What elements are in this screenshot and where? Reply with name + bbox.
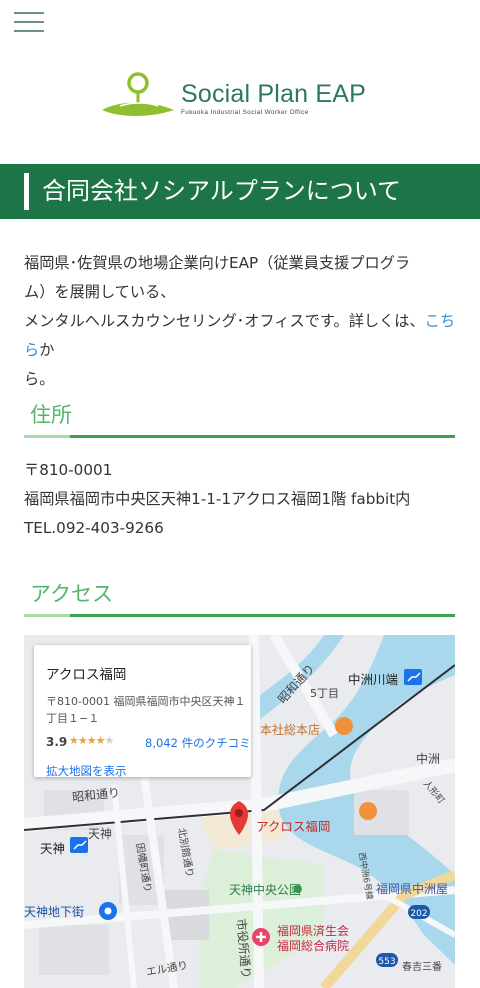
phone-number: TEL.092-403-9266 — [24, 519, 164, 537]
map-label: 天神地下街 — [24, 905, 85, 919]
map-label: 中洲川端 — [348, 672, 399, 687]
logo-subtitle: Fukuoka Industrial Social Worker Office — [181, 109, 309, 116]
place-name: アクロス福岡 — [46, 667, 127, 683]
intro-paragraph: 福岡県･佐賀県の地場企業向けEAP（従業員支援プログラ ム）を展開している、 メ… — [24, 249, 460, 394]
heading-underline-accent — [24, 614, 70, 617]
intro-line: メンタルヘルスカウンセリング･オフィスです。詳しくは、こちらか — [24, 307, 460, 365]
google-map-embed[interactable]: 202 553 昭和通り 中洲川端 5丁目 本社総本店 中洲 人形町 昭和通り … — [24, 635, 455, 988]
hamburger-menu-icon[interactable] — [14, 12, 44, 34]
address-heading: 住所 — [24, 400, 455, 438]
intro-line: ム）を展開している、 — [24, 283, 176, 301]
logo-title: Social Plan EAP — [181, 80, 367, 108]
site-logo[interactable]: Social Plan EAP Fukuoka Industrial Socia… — [100, 72, 370, 122]
intro-line: 福岡県･佐賀県の地場企業向けEAP（従業員支援プログラ — [24, 254, 411, 272]
heading-underline — [70, 435, 455, 438]
map-label: 福岡県中洲屋 — [376, 882, 449, 896]
route-202-label: 202 — [410, 909, 427, 919]
reviews-link[interactable]: 8,042 件のクチコミ — [145, 735, 251, 751]
map-label: 中洲 — [416, 752, 441, 766]
restaurant-icon — [335, 717, 353, 735]
access-heading: アクセス — [24, 579, 455, 617]
address-heading-text: 住所 — [30, 403, 72, 427]
heading-underline — [70, 614, 455, 617]
map-label: 福岡総合病院 — [277, 939, 350, 953]
intro-line: ら。 — [24, 370, 55, 388]
map-label: 天神 — [40, 841, 66, 856]
page-title: 合同会社ソシアルプランについて — [42, 177, 402, 205]
marker-label: アクロス福岡 — [256, 819, 331, 834]
heading-underline-accent — [24, 435, 70, 438]
map-label: 本社総本店 — [260, 723, 321, 737]
view-larger-map-link[interactable]: 拡大地図を表示 — [46, 763, 127, 779]
place-address: 〒810-0001 福岡県福岡市中央区天神１丁目１−１ — [46, 695, 246, 725]
logo-mark-icon — [102, 72, 174, 116]
intro-text: メンタルヘルスカウンセリング･オフィスです。詳しくは、 — [24, 312, 425, 330]
postal-code: 〒810-0001 — [24, 461, 113, 479]
street-address: 福岡県福岡市中央区天神1-1-1アクロス福岡1階 fabbit内 — [24, 490, 411, 508]
about-heading-band: 合同会社ソシアルプランについて — [0, 164, 480, 219]
star-rating-icon: ★★★★★ — [69, 734, 114, 747]
restaurant-icon — [359, 802, 377, 820]
map-label: 天神 — [88, 827, 113, 841]
route-553-label: 553 — [378, 957, 395, 967]
place-info-card: アクロス福岡 〒810-0001 福岡県福岡市中央区天神１丁目１−１ 3.9 ★… — [34, 645, 251, 779]
map-label: 天神中央公園 — [229, 883, 302, 897]
address-block: 〒810-0001 福岡県福岡市中央区天神1-1-1アクロス福岡1階 fabbi… — [24, 456, 410, 543]
map-label: 春吉三番 — [402, 962, 442, 973]
place-rating: 3.9 — [46, 735, 68, 749]
city-block — [39, 925, 109, 975]
intro-text: か — [39, 341, 55, 359]
map-label: 5丁目 — [310, 687, 339, 700]
heading-accent-bar — [24, 173, 29, 210]
access-heading-text: アクセス — [30, 582, 113, 606]
